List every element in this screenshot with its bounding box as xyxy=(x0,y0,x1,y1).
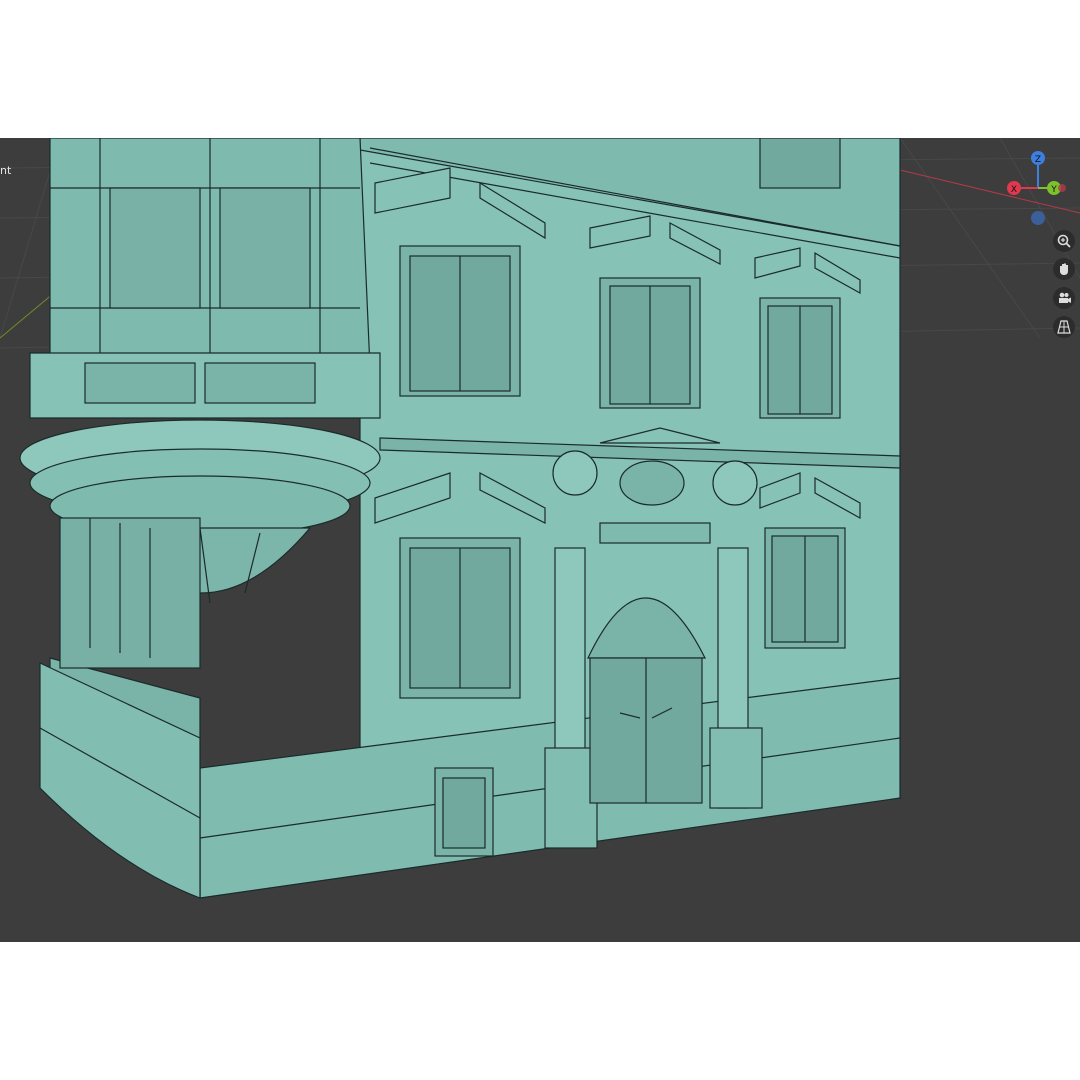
viewport-scene[interactable] xyxy=(0,138,1080,942)
gizmo-negative-z-axis xyxy=(1031,211,1045,225)
gizmo-z-label: Z xyxy=(1035,155,1041,165)
gizmo-negative-x-axis xyxy=(1058,184,1066,192)
gizmo-x-label: X xyxy=(1011,185,1017,195)
camera-icon xyxy=(1059,292,1071,303)
grid-icon xyxy=(1057,320,1071,334)
building-mesh xyxy=(19,138,901,900)
portal xyxy=(544,427,763,849)
zoom-icon xyxy=(1057,234,1071,248)
3d-viewport[interactable]: nt Z X Y xyxy=(0,138,1080,942)
zoom-button[interactable] xyxy=(1053,230,1075,252)
gizmo-y-label: Y xyxy=(1050,185,1057,195)
navigation-gizmo[interactable]: Z X Y xyxy=(998,148,1078,228)
pan-button[interactable] xyxy=(1053,258,1075,280)
camera-view-button[interactable] xyxy=(1053,287,1075,309)
perspective-toggle-button[interactable] xyxy=(1053,316,1075,338)
viewport-header-fragment: nt xyxy=(0,164,12,177)
hand-icon xyxy=(1060,263,1068,275)
